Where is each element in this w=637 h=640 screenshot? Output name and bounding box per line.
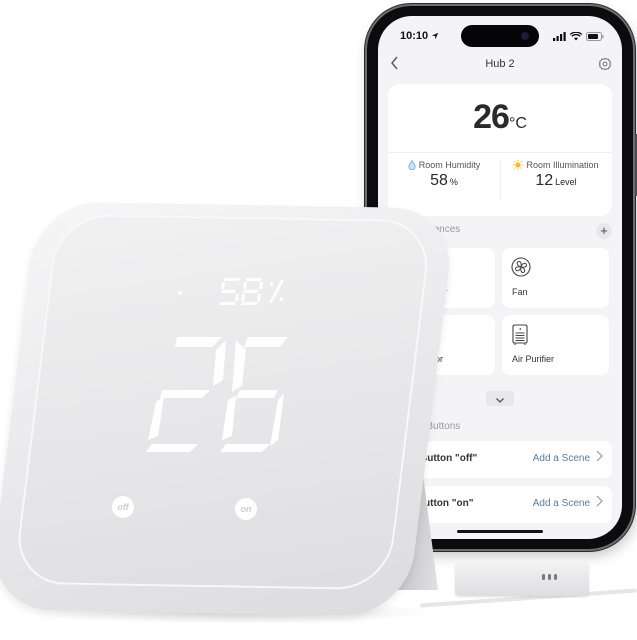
climate-card: 26°C Room Humidity 58% Room Illumination xyxy=(388,84,612,216)
humidity-value: 58 xyxy=(430,172,448,189)
illumination-unit: Level xyxy=(555,177,577,187)
nav-bar: Hub 2 xyxy=(378,54,622,76)
status-time: 10:10 xyxy=(400,30,429,42)
water-drop-icon xyxy=(408,160,416,170)
divider xyxy=(388,152,612,153)
scene-button-name: Button "off" xyxy=(420,453,478,464)
hub-on-button[interactable]: on xyxy=(235,498,257,520)
add-appliance-button[interactable]: + xyxy=(596,223,612,239)
status-bar: 10:10 xyxy=(400,26,604,46)
temperature-value: 26 xyxy=(473,98,510,136)
add-scene-link[interactable]: Add a Scene xyxy=(533,498,590,509)
indicator-dots xyxy=(542,574,557,580)
sun-icon xyxy=(513,160,524,170)
hub-off-button[interactable]: off xyxy=(112,496,134,518)
chevron-right-icon xyxy=(596,495,603,507)
air-purifier-icon xyxy=(512,324,528,345)
chevron-down-icon xyxy=(496,398,504,403)
humidity-label: Room Humidity xyxy=(418,160,481,170)
indicator-dot xyxy=(178,291,182,295)
illumination-label: Room Illumination xyxy=(526,160,599,170)
humidity-unit: % xyxy=(449,177,458,187)
hub-display-face xyxy=(12,213,434,591)
appliance-tile-air-purifier[interactable]: Air Purifier xyxy=(502,315,609,375)
gear-icon[interactable] xyxy=(598,57,612,71)
tile-label: Fan xyxy=(512,287,528,297)
temperature-unit: °C xyxy=(508,115,527,132)
appliance-tile-fan[interactable]: Fan xyxy=(502,248,609,308)
location-arrow-icon xyxy=(431,32,439,40)
wifi-icon xyxy=(570,31,582,40)
fan-icon xyxy=(511,257,531,277)
power-adapter xyxy=(455,562,589,596)
page-title: Hub 2 xyxy=(485,58,515,70)
battery-icon xyxy=(586,31,604,41)
illumination-stat: Room Illumination 12 Level xyxy=(500,160,612,190)
home-indicator xyxy=(457,530,543,533)
chevron-right-icon xyxy=(596,450,603,462)
scene-button-name: utton "on" xyxy=(424,498,474,509)
add-scene-link[interactable]: Add a Scene xyxy=(533,453,590,464)
humidity-stat: Room Humidity 58% xyxy=(388,160,500,190)
illumination-value: 12 xyxy=(535,172,554,189)
expand-appliances-button[interactable] xyxy=(486,391,514,406)
tile-label: Air Purifier xyxy=(512,354,555,364)
signal-icon xyxy=(553,31,566,41)
